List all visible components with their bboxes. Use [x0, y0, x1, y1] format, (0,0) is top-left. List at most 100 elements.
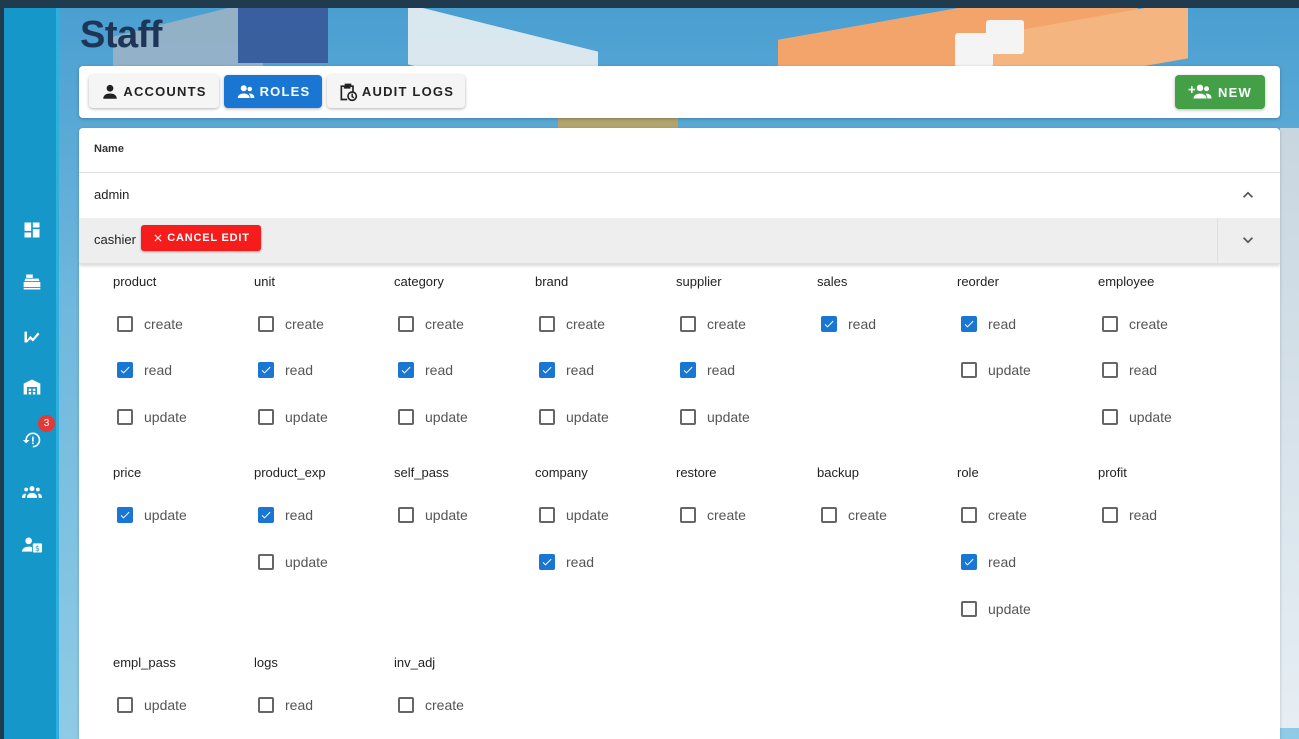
checkbox-checked-icon[interactable]: [539, 362, 555, 378]
permission-label: read: [988, 316, 1017, 332]
checkbox-checked-icon[interactable]: [961, 316, 977, 332]
checkbox-unchecked-icon[interactable]: [398, 409, 414, 425]
checkbox-unchecked-icon[interactable]: [117, 697, 133, 713]
permission-checkbox-role-update[interactable]: update: [961, 599, 1031, 619]
checkbox-unchecked-icon[interactable]: [398, 316, 414, 332]
checkbox-unchecked-icon[interactable]: [680, 409, 696, 425]
checkbox-unchecked-icon[interactable]: [117, 316, 133, 332]
new-role-button[interactable]: NEW: [1175, 75, 1265, 109]
permission-checkbox-category-create[interactable]: create: [398, 314, 464, 334]
permission-checkbox-price-update[interactable]: update: [117, 505, 187, 525]
warehouse-icon[interactable]: [21, 376, 43, 398]
permission-checkbox-empl-pass-update[interactable]: update: [117, 695, 187, 715]
permission-checkbox-restore-create[interactable]: create: [680, 505, 746, 525]
permission-checkbox-supplier-update[interactable]: update: [680, 407, 750, 427]
permission-checkbox-backup-create[interactable]: create: [821, 505, 887, 525]
permission-checkbox-role-create[interactable]: create: [961, 505, 1027, 525]
table-row-admin[interactable]: admin: [79, 173, 1280, 219]
checkbox-unchecked-icon[interactable]: [1102, 362, 1118, 378]
user-money-icon[interactable]: $: [21, 534, 43, 556]
permission-checkbox-unit-update[interactable]: update: [258, 407, 328, 427]
permission-checkbox-supplier-read[interactable]: read: [680, 360, 735, 380]
checkbox-unchecked-icon[interactable]: [258, 554, 274, 570]
permission-label: update: [285, 409, 328, 425]
checkbox-unchecked-icon[interactable]: [398, 507, 414, 523]
tab-accounts[interactable]: ACCOUNTS: [89, 75, 219, 108]
checkbox-checked-icon[interactable]: [117, 362, 133, 378]
checkbox-unchecked-icon[interactable]: [961, 601, 977, 617]
checkbox-unchecked-icon[interactable]: [539, 409, 555, 425]
permission-checkbox-inv-adj-create[interactable]: create: [398, 695, 464, 715]
checkbox-unchecked-icon[interactable]: [398, 697, 414, 713]
permission-checkbox-unit-read[interactable]: read: [258, 360, 313, 380]
checkbox-checked-icon[interactable]: [258, 362, 274, 378]
permission-checkbox-category-update[interactable]: update: [398, 407, 468, 427]
table-row-cashier[interactable]: cashier CANCEL EDIT: [79, 218, 1280, 264]
checkbox-unchecked-icon[interactable]: [961, 362, 977, 378]
permission-label: update: [988, 362, 1031, 378]
checkbox-unchecked-icon[interactable]: [961, 507, 977, 523]
checkbox-unchecked-icon[interactable]: [821, 507, 837, 523]
permission-group-title: sales: [817, 274, 848, 289]
permission-checkbox-sales-read[interactable]: read: [821, 314, 876, 334]
pos-register-icon[interactable]: [21, 271, 43, 293]
checkbox-checked-icon[interactable]: [398, 362, 414, 378]
dashboard-icon[interactable]: [21, 219, 43, 241]
checkbox-unchecked-icon[interactable]: [258, 697, 274, 713]
checkbox-unchecked-icon[interactable]: [117, 409, 133, 425]
tab-roles[interactable]: ROLES: [224, 75, 322, 108]
permission-checkbox-unit-create[interactable]: create: [258, 314, 324, 334]
checkbox-checked-icon[interactable]: [961, 554, 977, 570]
permission-checkbox-reorder-update[interactable]: update: [961, 360, 1031, 380]
tab-audit-logs[interactable]: AUDIT LOGS: [327, 75, 465, 108]
permission-checkbox-product-update[interactable]: update: [117, 407, 187, 427]
checkbox-checked-icon[interactable]: [117, 507, 133, 523]
permission-checkbox-product-exp-update[interactable]: update: [258, 552, 328, 572]
checkbox-unchecked-icon[interactable]: [680, 507, 696, 523]
checkbox-unchecked-icon[interactable]: [1102, 409, 1118, 425]
permission-checkbox-employee-update[interactable]: update: [1102, 407, 1172, 427]
checkbox-checked-icon[interactable]: [539, 554, 555, 570]
column-header-name[interactable]: Name: [94, 143, 124, 155]
checkbox-unchecked-icon[interactable]: [1102, 316, 1118, 332]
checkbox-checked-icon[interactable]: [821, 316, 837, 332]
alert-restore-icon[interactable]: [21, 429, 43, 451]
sales-chart-icon[interactable]: [21, 324, 43, 346]
permission-checkbox-employee-read[interactable]: read: [1102, 360, 1157, 380]
checkbox-checked-icon[interactable]: [680, 362, 696, 378]
permission-checkbox-product-create[interactable]: create: [117, 314, 183, 334]
checkbox-unchecked-icon[interactable]: [258, 316, 274, 332]
permission-checkbox-company-read[interactable]: read: [539, 552, 594, 572]
permission-group-title: unit: [254, 274, 275, 289]
permission-checkbox-reorder-read[interactable]: read: [961, 314, 1016, 334]
permission-checkbox-product-read[interactable]: read: [117, 360, 172, 380]
cancel-edit-button[interactable]: CANCEL EDIT: [141, 225, 261, 251]
permission-checkbox-company-update[interactable]: update: [539, 505, 609, 525]
checkbox-unchecked-icon[interactable]: [1102, 507, 1118, 523]
permission-checkbox-brand-read[interactable]: read: [539, 360, 594, 380]
staff-group-icon[interactable]: [21, 481, 43, 503]
chevron-down-icon[interactable]: [1238, 230, 1258, 250]
checkbox-checked-icon[interactable]: [258, 507, 274, 523]
checkbox-unchecked-icon[interactable]: [539, 316, 555, 332]
checkbox-unchecked-icon[interactable]: [539, 507, 555, 523]
permission-checkbox-profit-read[interactable]: read: [1102, 505, 1157, 525]
permission-checkbox-role-read[interactable]: read: [961, 552, 1016, 572]
permission-checkbox-logs-read[interactable]: read: [258, 695, 313, 715]
permission-checkbox-brand-create[interactable]: create: [539, 314, 605, 334]
permission-checkbox-supplier-create[interactable]: create: [680, 314, 746, 334]
permission-checkbox-category-read[interactable]: read: [398, 360, 453, 380]
permission-label: update: [566, 409, 609, 425]
checkbox-unchecked-icon[interactable]: [258, 409, 274, 425]
checkbox-unchecked-icon[interactable]: [680, 316, 696, 332]
permission-checkbox-employee-create[interactable]: create: [1102, 314, 1168, 334]
permission-checkbox-product-exp-read[interactable]: read: [258, 505, 313, 525]
permission-checkbox-brand-update[interactable]: update: [539, 407, 609, 427]
permission-label: update: [425, 507, 468, 523]
permission-checkbox-self-pass-update[interactable]: update: [398, 505, 468, 525]
permission-group-title: reorder: [957, 274, 999, 289]
permission-label: create: [425, 697, 464, 713]
chevron-up-icon[interactable]: [1238, 185, 1258, 205]
permission-label: read: [566, 362, 595, 378]
permission-group-title: role: [957, 465, 979, 480]
